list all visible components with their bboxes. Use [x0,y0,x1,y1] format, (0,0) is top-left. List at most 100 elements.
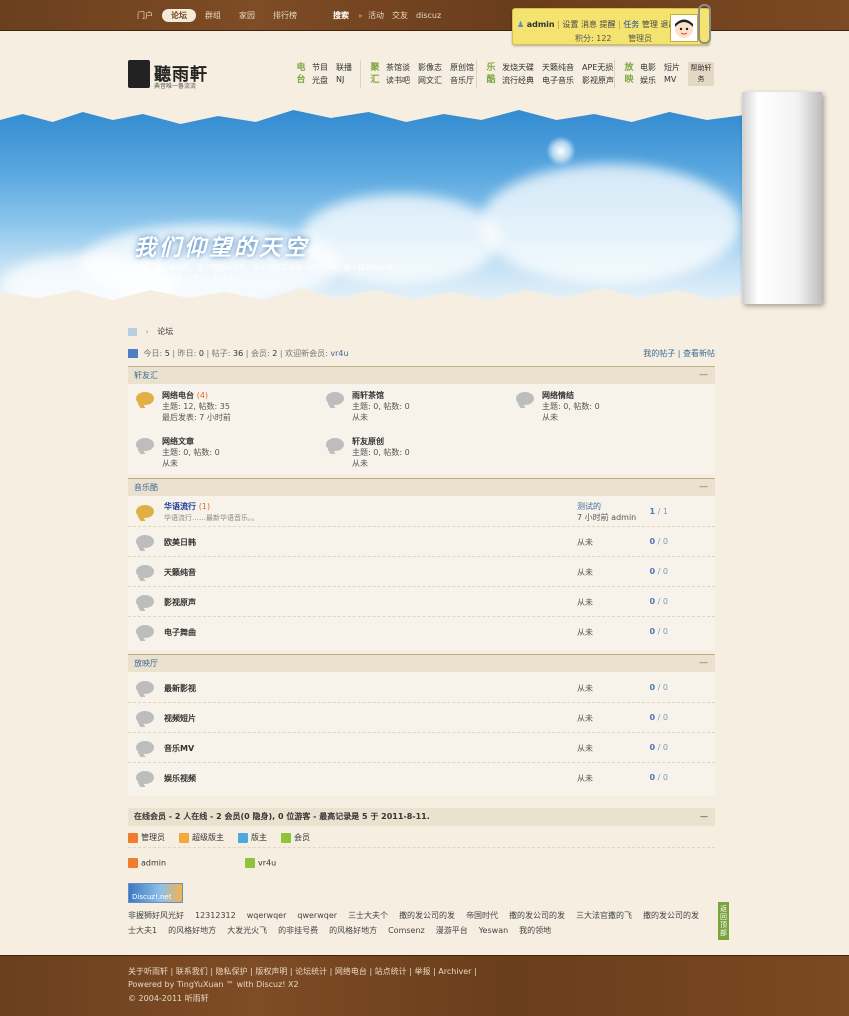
friend-link[interactable]: 撒的发公司的发 [509,908,565,923]
friend-link[interactable]: 非握狮好风光好 [128,908,184,923]
friend-link[interactable]: 撒的发公司的发 [399,908,455,923]
nav-link[interactable]: 短片 [664,62,680,75]
messages-link[interactable]: 消息 [581,20,597,29]
home-icon[interactable] [128,327,137,336]
discuz-logo-link[interactable]: Discuz!.net [128,883,183,903]
forum-row[interactable]: 影视原声 0 / 0 从未 [128,587,715,617]
breadcrumb-current[interactable]: 论坛 [157,327,173,336]
nav-link[interactable]: 流行经典 [502,75,534,88]
site-logo[interactable]: 聽雨軒 典音唯一魯流流 [128,60,213,92]
forum-cell[interactable]: 雨轩茶馆 主题: 0, 帖数: 0 从未 [326,390,506,430]
online-user[interactable]: admin [128,858,166,868]
nav-ranking[interactable]: 排行榜 [264,9,306,22]
friend-link[interactable]: 三士大夫个 [348,908,388,923]
manage-link[interactable]: 管理 [642,20,658,29]
forum-row[interactable]: 电子舞曲 0 / 0 从未 [128,617,715,647]
friend-link[interactable]: 帝国时代 [466,908,498,923]
forum-name[interactable]: 音乐MV [164,743,194,754]
nav-link[interactable]: 光盘 [312,75,328,88]
credits[interactable]: 积分: 122 [575,34,612,43]
friend-link[interactable]: 的风格好地方 [329,923,377,938]
category-title[interactable]: 放映厅 [134,659,158,668]
quick-link[interactable]: 交友 [388,9,412,22]
last-post-link[interactable]: 测试的 [577,502,601,511]
username-link[interactable]: admin [527,20,555,29]
my-posts-link[interactable]: 我的帖子 [643,349,675,358]
friend-link[interactable]: 的非挂号费 [278,923,318,938]
forum-name[interactable]: 欧美日韩 [164,537,196,548]
category-header[interactable]: 放映厅 — [128,655,715,672]
nav-link[interactable]: 音乐厅 [450,75,474,88]
quick-link[interactable]: discuz [412,9,445,22]
avatar[interactable] [670,14,698,42]
nav-link[interactable]: 联播 [336,62,352,75]
friend-link[interactable]: 撒的发公司的发 [643,908,699,923]
forum-row[interactable]: 娱乐视频 0 / 0 从未 [128,763,715,793]
forum-name[interactable]: 娱乐视频 [164,773,196,784]
category-header[interactable]: 音乐酷 — [128,479,715,496]
quick-link[interactable]: 活动 [364,9,388,22]
nav-link[interactable]: 发烧天碟 [502,62,534,75]
forum-name[interactable]: 华语流行 [164,502,196,511]
forum-row[interactable]: 欧美日韩 0 / 0 从未 [128,527,715,557]
collapse-icon[interactable]: — [700,808,708,826]
forum-cell[interactable]: 网络情结 主题: 0, 帖数: 0 从未 [516,390,696,430]
nav-link[interactable]: 读书吧 [386,75,410,88]
friend-link[interactable]: Comsenz [388,923,425,938]
friend-link[interactable]: 士大夫1 [128,923,157,938]
nav-link[interactable]: 天籁纯音 [542,62,574,75]
notices-link[interactable]: 提醒 [600,20,616,29]
nav-forum[interactable]: 论坛 [162,9,196,22]
forum-name[interactable]: 雨轩茶馆 [352,390,384,401]
forum-name[interactable]: 网络电台 [162,391,194,400]
collapse-icon[interactable]: — [699,479,708,496]
user-group[interactable]: 管理员 [628,34,652,43]
nav-link[interactable]: APE无损 [582,62,614,75]
forum-name[interactable]: 轩友原创 [352,436,384,447]
online-user[interactable]: vr4u [245,858,276,868]
nav-link[interactable]: 节目 [312,62,328,75]
nav-link[interactable]: NJ [336,75,352,88]
forum-name[interactable]: 天籁纯音 [164,567,196,578]
nav-link[interactable]: 网文汇 [418,75,442,88]
forum-name[interactable]: 网络情结 [542,390,574,401]
new-posts-link[interactable]: 查看新帖 [683,349,715,358]
forum-name[interactable]: 电子舞曲 [164,627,196,638]
forum-name[interactable]: 视频短片 [164,713,196,724]
category-title[interactable]: 音乐酷 [134,483,158,492]
forum-cell[interactable]: 网络文章 主题: 0, 帖数: 0 从未 [136,436,316,476]
nav-link[interactable]: 茶馆谈 [386,62,410,75]
forum-cell[interactable]: 轩友原创 主题: 0, 帖数: 0 从未 [326,436,506,476]
forum-row[interactable]: 视频短片 0 / 0 从未 [128,703,715,733]
friend-link[interactable]: qwerwqer [297,908,337,923]
category-header[interactable]: 轩友汇 — [128,367,715,384]
collapse-icon[interactable]: — [699,367,708,384]
forum-name[interactable]: 最新影视 [164,683,196,694]
forum-row[interactable]: 天籁纯音 0 / 0 从未 [128,557,715,587]
nav-home[interactable]: 家园 [230,9,264,22]
friend-link[interactable]: Yeswan [479,923,508,938]
friend-link[interactable]: 的风格好地方 [168,923,216,938]
friend-link[interactable]: 三大法官撒的飞 [576,908,632,923]
forum-name[interactable]: 影视原声 [164,597,196,608]
back-to-top-button[interactable]: 返回顶部 [718,902,729,940]
collapse-icon[interactable]: — [699,655,708,672]
category-title[interactable]: 轩友汇 [134,371,158,380]
nav-link[interactable]: MV [664,75,680,88]
new-member-link[interactable]: vr4u [330,349,348,358]
forum-name[interactable]: 网络文章 [162,436,194,447]
nav-group[interactable]: 群组 [196,9,230,22]
forum-cell[interactable]: 网络电台 (4) 主题: 12, 帖数: 35 最后发表: 7 小时前 [136,390,316,430]
friend-link[interactable]: wqerwqer [247,908,287,923]
nav-link[interactable]: 电影 [640,62,656,75]
settings-link[interactable]: 设置 [562,20,578,29]
nav-link[interactable]: 电子音乐 [542,75,574,88]
nav-link[interactable]: 影像志 [418,62,442,75]
forum-row[interactable]: 音乐MV 0 / 0 从未 [128,733,715,763]
nav-link[interactable]: 娱乐 [640,75,656,88]
forum-row[interactable]: 华语流行 (1) 华语流行……最新华语音乐。。 1 / 1 测试的 7 小时前 a… [128,497,715,527]
task-link[interactable]: 任务 [623,20,639,29]
friend-link[interactable]: 我的领地 [519,923,551,938]
nav-search[interactable]: 搜索 [324,9,358,22]
help-button[interactable]: 帮助轩务 [688,62,714,86]
